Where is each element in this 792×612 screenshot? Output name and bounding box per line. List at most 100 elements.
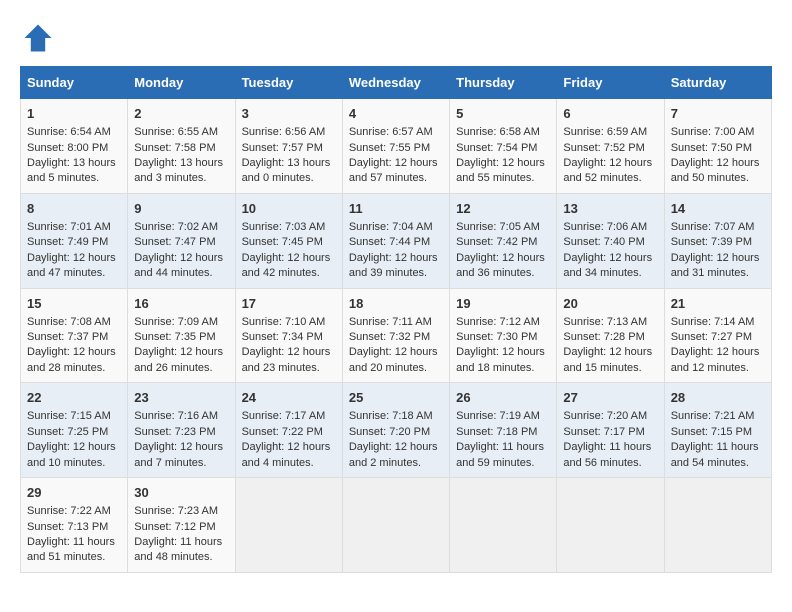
day-number: 23	[134, 389, 228, 407]
sunrise-text: Sunrise: 6:56 AM	[242, 126, 326, 138]
day-number: 19	[456, 295, 550, 313]
daylight-text: Daylight: 12 hours and 44 minutes.	[134, 252, 223, 279]
sunrise-text: Sunrise: 7:16 AM	[134, 410, 218, 422]
sunrise-text: Sunrise: 7:22 AM	[27, 505, 111, 517]
day-number: 4	[349, 105, 443, 123]
daylight-text: Daylight: 12 hours and 42 minutes.	[242, 252, 331, 279]
day-number: 22	[27, 389, 121, 407]
day-number: 17	[242, 295, 336, 313]
calendar-cell: 16 Sunrise: 7:09 AM Sunset: 7:35 PM Dayl…	[128, 288, 235, 383]
header-wednesday: Wednesday	[342, 67, 449, 99]
daylight-text: Daylight: 12 hours and 47 minutes.	[27, 252, 116, 279]
sunrise-text: Sunrise: 7:12 AM	[456, 316, 540, 328]
day-number: 21	[671, 295, 765, 313]
day-number: 10	[242, 200, 336, 218]
sunset-text: Sunset: 7:54 PM	[456, 142, 537, 154]
day-number: 25	[349, 389, 443, 407]
day-number: 18	[349, 295, 443, 313]
day-number: 24	[242, 389, 336, 407]
sunrise-text: Sunrise: 6:59 AM	[563, 126, 647, 138]
sunrise-text: Sunrise: 7:18 AM	[349, 410, 433, 422]
calendar-cell: 29 Sunrise: 7:22 AM Sunset: 7:13 PM Dayl…	[21, 478, 128, 573]
daylight-text: Daylight: 12 hours and 7 minutes.	[134, 441, 223, 468]
day-number: 28	[671, 389, 765, 407]
daylight-text: Daylight: 12 hours and 36 minutes.	[456, 252, 545, 279]
day-number: 12	[456, 200, 550, 218]
calendar-cell: 6 Sunrise: 6:59 AM Sunset: 7:52 PM Dayli…	[557, 99, 664, 194]
sunset-text: Sunset: 7:20 PM	[349, 426, 430, 438]
calendar-cell: 1 Sunrise: 6:54 AM Sunset: 8:00 PM Dayli…	[21, 99, 128, 194]
calendar-cell: 9 Sunrise: 7:02 AM Sunset: 7:47 PM Dayli…	[128, 193, 235, 288]
sunrise-text: Sunrise: 6:54 AM	[27, 126, 111, 138]
daylight-text: Daylight: 12 hours and 50 minutes.	[671, 157, 760, 184]
daylight-text: Daylight: 12 hours and 4 minutes.	[242, 441, 331, 468]
sunset-text: Sunset: 7:44 PM	[349, 236, 430, 248]
sunset-text: Sunset: 7:40 PM	[563, 236, 644, 248]
header-sunday: Sunday	[21, 67, 128, 99]
day-number: 29	[27, 484, 121, 502]
daylight-text: Daylight: 12 hours and 12 minutes.	[671, 346, 760, 373]
sunrise-text: Sunrise: 7:21 AM	[671, 410, 755, 422]
calendar-cell: 18 Sunrise: 7:11 AM Sunset: 7:32 PM Dayl…	[342, 288, 449, 383]
sunrise-text: Sunrise: 7:10 AM	[242, 316, 326, 328]
daylight-text: Daylight: 13 hours and 5 minutes.	[27, 157, 116, 184]
sunset-text: Sunset: 7:58 PM	[134, 142, 215, 154]
header-saturday: Saturday	[664, 67, 771, 99]
calendar-cell: 10 Sunrise: 7:03 AM Sunset: 7:45 PM Dayl…	[235, 193, 342, 288]
calendar-cell: 13 Sunrise: 7:06 AM Sunset: 7:40 PM Dayl…	[557, 193, 664, 288]
sunrise-text: Sunrise: 7:04 AM	[349, 221, 433, 233]
header-thursday: Thursday	[450, 67, 557, 99]
sunset-text: Sunset: 7:45 PM	[242, 236, 323, 248]
sunset-text: Sunset: 7:18 PM	[456, 426, 537, 438]
calendar-cell: 12 Sunrise: 7:05 AM Sunset: 7:42 PM Dayl…	[450, 193, 557, 288]
day-number: 16	[134, 295, 228, 313]
sunrise-text: Sunrise: 7:06 AM	[563, 221, 647, 233]
header-monday: Monday	[128, 67, 235, 99]
week-row-5: 29 Sunrise: 7:22 AM Sunset: 7:13 PM Dayl…	[21, 478, 772, 573]
week-row-3: 15 Sunrise: 7:08 AM Sunset: 7:37 PM Dayl…	[21, 288, 772, 383]
sunset-text: Sunset: 7:27 PM	[671, 331, 752, 343]
calendar-header-row: SundayMondayTuesdayWednesdayThursdayFrid…	[21, 67, 772, 99]
daylight-text: Daylight: 12 hours and 18 minutes.	[456, 346, 545, 373]
calendar-cell: 19 Sunrise: 7:12 AM Sunset: 7:30 PM Dayl…	[450, 288, 557, 383]
daylight-text: Daylight: 12 hours and 2 minutes.	[349, 441, 438, 468]
logo-icon	[20, 20, 56, 56]
calendar-cell	[664, 478, 771, 573]
sunset-text: Sunset: 7:25 PM	[27, 426, 108, 438]
calendar-cell: 20 Sunrise: 7:13 AM Sunset: 7:28 PM Dayl…	[557, 288, 664, 383]
sunset-text: Sunset: 7:34 PM	[242, 331, 323, 343]
sunrise-text: Sunrise: 7:20 AM	[563, 410, 647, 422]
day-number: 27	[563, 389, 657, 407]
calendar-cell: 22 Sunrise: 7:15 AM Sunset: 7:25 PM Dayl…	[21, 383, 128, 478]
sunset-text: Sunset: 7:32 PM	[349, 331, 430, 343]
calendar-cell: 14 Sunrise: 7:07 AM Sunset: 7:39 PM Dayl…	[664, 193, 771, 288]
sunset-text: Sunset: 7:23 PM	[134, 426, 215, 438]
sunrise-text: Sunrise: 7:07 AM	[671, 221, 755, 233]
sunrise-text: Sunrise: 7:17 AM	[242, 410, 326, 422]
sunrise-text: Sunrise: 7:15 AM	[27, 410, 111, 422]
calendar-cell: 7 Sunrise: 7:00 AM Sunset: 7:50 PM Dayli…	[664, 99, 771, 194]
sunset-text: Sunset: 7:42 PM	[456, 236, 537, 248]
calendar-cell	[557, 478, 664, 573]
day-number: 8	[27, 200, 121, 218]
daylight-text: Daylight: 12 hours and 10 minutes.	[27, 441, 116, 468]
sunset-text: Sunset: 7:12 PM	[134, 521, 215, 533]
calendar-cell: 2 Sunrise: 6:55 AM Sunset: 7:58 PM Dayli…	[128, 99, 235, 194]
sunrise-text: Sunrise: 7:08 AM	[27, 316, 111, 328]
daylight-text: Daylight: 12 hours and 23 minutes.	[242, 346, 331, 373]
day-number: 14	[671, 200, 765, 218]
day-number: 11	[349, 200, 443, 218]
sunrise-text: Sunrise: 7:00 AM	[671, 126, 755, 138]
daylight-text: Daylight: 11 hours and 54 minutes.	[671, 441, 759, 468]
calendar-cell	[342, 478, 449, 573]
day-number: 7	[671, 105, 765, 123]
sunset-text: Sunset: 7:55 PM	[349, 142, 430, 154]
daylight-text: Daylight: 12 hours and 55 minutes.	[456, 157, 545, 184]
daylight-text: Daylight: 12 hours and 15 minutes.	[563, 346, 652, 373]
sunset-text: Sunset: 7:47 PM	[134, 236, 215, 248]
daylight-text: Daylight: 12 hours and 31 minutes.	[671, 252, 760, 279]
day-number: 13	[563, 200, 657, 218]
sunset-text: Sunset: 8:00 PM	[27, 142, 108, 154]
sunrise-text: Sunrise: 7:01 AM	[27, 221, 111, 233]
sunrise-text: Sunrise: 7:13 AM	[563, 316, 647, 328]
